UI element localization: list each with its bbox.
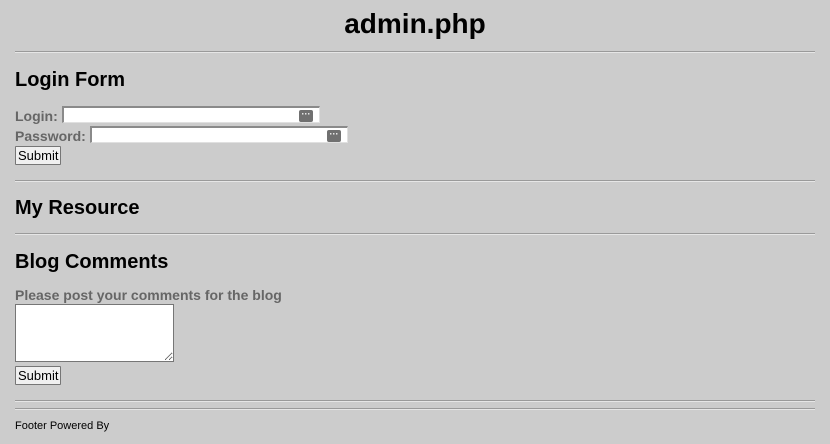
- comment-textarea[interactable]: [15, 304, 174, 362]
- login-form-heading: Login Form: [15, 69, 125, 91]
- my-resource-heading: My Resource: [15, 197, 140, 219]
- password-manager-icon[interactable]: ···: [299, 110, 313, 122]
- divider-top: [15, 51, 815, 53]
- footer-text: Footer Powered By: [15, 420, 110, 432]
- divider-comments: [15, 400, 815, 402]
- login-submit-button[interactable]: Submit: [15, 146, 62, 165]
- password-label: Password:: [15, 128, 86, 144]
- divider-footer: [15, 408, 815, 410]
- blog-prompt: Please post your comments for the blog: [15, 287, 282, 303]
- login-input[interactable]: [64, 109, 319, 124]
- password-input[interactable]: [92, 129, 347, 144]
- password-field[interactable]: ···: [90, 126, 348, 144]
- login-label: Login:: [15, 108, 58, 124]
- login-field[interactable]: ···: [62, 106, 320, 124]
- password-manager-icon[interactable]: ···: [327, 130, 341, 142]
- page-title: admin.php: [344, 8, 486, 39]
- comment-submit-button[interactable]: Submit: [15, 366, 62, 385]
- blog-comments-heading: Blog Comments: [15, 251, 169, 273]
- divider-login: [15, 180, 815, 182]
- divider-resource: [15, 233, 815, 235]
